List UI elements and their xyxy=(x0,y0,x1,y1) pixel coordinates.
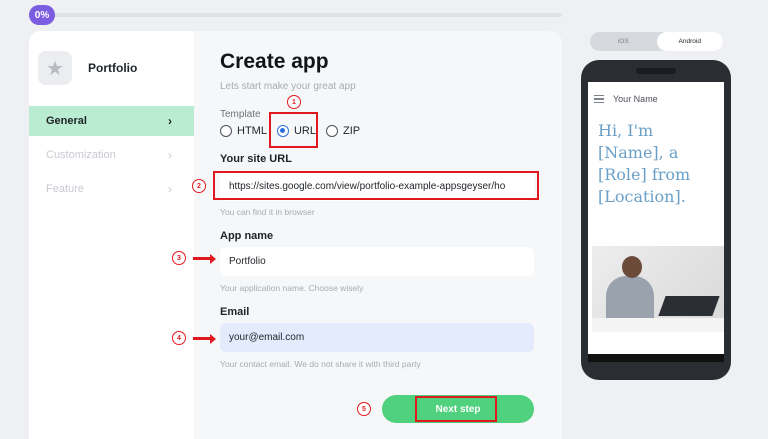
arrow-right-icon xyxy=(193,333,216,344)
sidebar-item-label: Feature xyxy=(46,183,84,195)
sidebar-item-general[interactable]: General › xyxy=(29,106,194,136)
photo-laptop xyxy=(658,296,720,316)
preview-site-name: Your Name xyxy=(613,94,658,104)
hamburger-menu-icon xyxy=(594,95,604,103)
radio-label: ZIP xyxy=(342,125,361,137)
arrow-right-icon xyxy=(193,253,216,264)
chevron-right-icon: › xyxy=(168,114,172,128)
photo-table xyxy=(592,318,724,332)
os-toggle: iOS Android xyxy=(590,32,723,51)
app-name: Portfolio xyxy=(88,61,138,75)
preview-hero-image xyxy=(592,246,724,332)
sidebar: ★ Portfolio General › Customization › Fe… xyxy=(29,31,194,439)
page-subtitle: Lets start make your great app xyxy=(220,81,356,92)
radio-icon xyxy=(325,125,338,137)
create-app-form: Create app Lets start make your great ap… xyxy=(194,31,562,439)
url-label: Your site URL xyxy=(220,153,292,165)
step-badge: 1 xyxy=(287,95,301,109)
chevron-right-icon: › xyxy=(168,182,172,196)
phone-preview: Your Name Hi, I'm [Name], a [Role] from … xyxy=(581,60,731,380)
app-header: ★ Portfolio xyxy=(38,51,137,85)
phone-camera xyxy=(636,68,676,74)
template-option-zip[interactable]: ZIP xyxy=(325,125,361,137)
highlight-box-url-option xyxy=(269,112,318,148)
template-option-html[interactable]: HTML xyxy=(220,125,267,137)
email-help: Your contact email. We do not share it w… xyxy=(220,359,421,369)
url-help: You can find it in browser xyxy=(220,207,315,217)
chevron-right-icon: › xyxy=(168,148,172,162)
preview-hero-text: Hi, I'm [Name], a [Role] from [Location]… xyxy=(598,121,691,206)
phone-screen: Your Name Hi, I'm [Name], a [Role] from … xyxy=(588,82,724,362)
highlight-box-next-step xyxy=(415,396,497,422)
step-badge: 4 xyxy=(172,331,186,345)
app-name-help: Your application name. Choose wisely xyxy=(220,283,364,293)
template-label: Template xyxy=(220,109,261,120)
app-name-label: App name xyxy=(220,230,274,242)
progress-badge: 0% xyxy=(29,5,55,25)
preview-header: Your Name xyxy=(594,94,658,104)
os-option-ios[interactable]: iOS xyxy=(590,32,657,51)
step-badge: 3 xyxy=(172,251,186,265)
sidebar-item-label: Customization xyxy=(46,149,116,161)
sidebar-item-label: General xyxy=(46,115,87,127)
email-label: Email xyxy=(220,306,250,318)
page-title: Create app xyxy=(220,50,329,73)
os-option-android[interactable]: Android xyxy=(656,32,723,51)
sidebar-item-feature[interactable]: Feature › xyxy=(29,174,194,204)
photo-person-head xyxy=(622,256,642,278)
sidebar-item-customization[interactable]: Customization › xyxy=(29,140,194,170)
radio-icon xyxy=(220,125,232,137)
app-name-input[interactable]: Portfolio xyxy=(220,247,534,276)
highlight-box-url-field xyxy=(213,171,539,200)
progress-bar xyxy=(38,13,562,17)
step-badge: 2 xyxy=(192,179,206,193)
step-badge: 5 xyxy=(357,402,371,416)
star-icon: ★ xyxy=(38,51,72,85)
radio-label: HTML xyxy=(237,125,267,137)
email-input[interactable]: your@email.com xyxy=(220,323,534,352)
phone-bottom-bar xyxy=(588,354,724,362)
